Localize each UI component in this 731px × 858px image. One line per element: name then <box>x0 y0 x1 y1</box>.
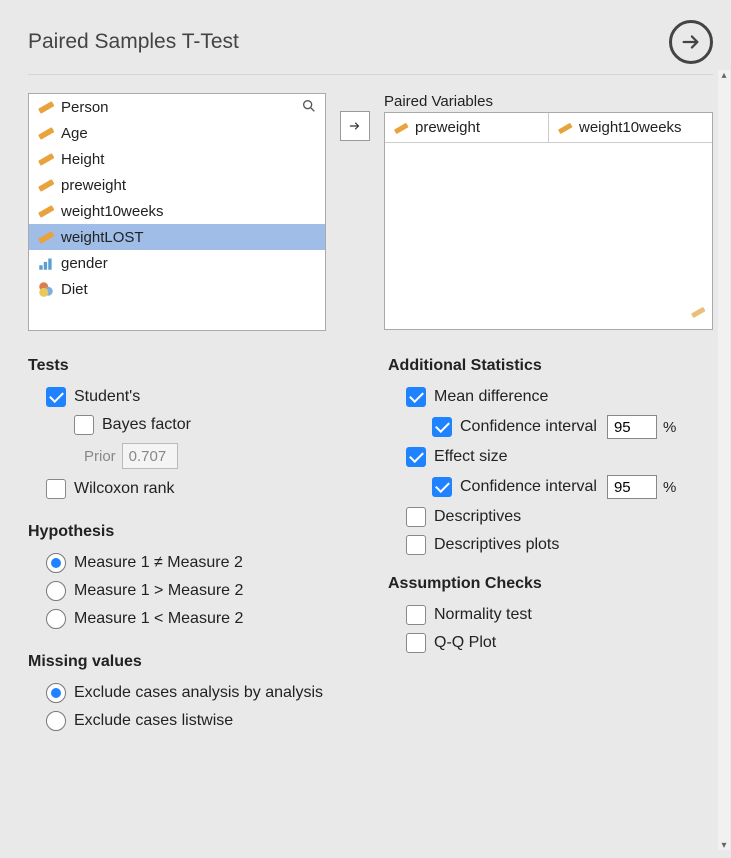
wilcoxon-label: Wilcoxon rank <box>74 480 174 498</box>
scale-icon <box>37 124 55 142</box>
variable-weightlost[interactable]: weightLOST <box>29 224 325 250</box>
variable-diet[interactable]: Diet <box>29 276 325 302</box>
variable-label: weightLOST <box>61 229 144 246</box>
wilcoxon-checkbox[interactable] <box>46 479 66 499</box>
meandiff-label: Mean difference <box>434 388 548 406</box>
meandiff-ci-checkbox[interactable] <box>432 417 452 437</box>
missing-heading: Missing values <box>28 653 348 671</box>
header: Paired Samples T-Test <box>28 20 713 75</box>
run-button[interactable] <box>669 20 713 64</box>
hypothesis-lt-label: Measure 1 < Measure 2 <box>74 610 243 628</box>
descriptives-label: Descriptives <box>434 508 521 526</box>
paired-cell-b[interactable]: weight10weeks <box>549 113 712 142</box>
missing-listwise-label: Exclude cases listwise <box>74 712 233 730</box>
variable-label: Diet <box>61 281 88 298</box>
scale-icon <box>690 304 706 323</box>
variable-label: gender <box>61 255 108 272</box>
scale-icon <box>557 120 573 136</box>
search-icon[interactable] <box>301 98 317 118</box>
arrow-right-icon <box>348 119 362 133</box>
variable-height[interactable]: Height <box>29 146 325 172</box>
paired-a-label: preweight <box>415 119 480 136</box>
hypothesis-lt-radio[interactable] <box>46 609 66 629</box>
meandiff-ci-label: Confidence interval <box>460 418 597 436</box>
percent-label: % <box>663 419 676 436</box>
hypothesis-neq-radio[interactable] <box>46 553 66 573</box>
normality-label: Normality test <box>434 606 532 624</box>
students-checkbox[interactable] <box>46 387 66 407</box>
paired-row: preweight weight10weeks <box>385 113 712 143</box>
variable-label: preweight <box>61 177 126 194</box>
effect-ci-label: Confidence interval <box>460 478 597 496</box>
normality-checkbox[interactable] <box>406 605 426 625</box>
percent-label: % <box>663 479 676 496</box>
nominal-icon <box>37 280 55 298</box>
meandiff-checkbox[interactable] <box>406 387 426 407</box>
scale-icon <box>37 150 55 168</box>
scale-icon <box>37 228 55 246</box>
variable-label: Person <box>61 99 109 116</box>
effect-ci-input[interactable] <box>607 475 657 499</box>
descriptives-checkbox[interactable] <box>406 507 426 527</box>
effect-checkbox[interactable] <box>406 447 426 467</box>
bayes-label: Bayes factor <box>102 416 191 434</box>
variable-gender[interactable]: gender <box>29 250 325 276</box>
paired-b-label: weight10weeks <box>579 119 682 136</box>
descplots-label: Descriptives plots <box>434 536 559 554</box>
assump-heading: Assumption Checks <box>388 575 713 593</box>
page-title: Paired Samples T-Test <box>28 30 239 54</box>
paired-variables-label: Paired Variables <box>384 93 713 110</box>
scroll-down-icon[interactable]: ▾ <box>718 840 730 852</box>
variable-weight10weeks[interactable]: weight10weeks <box>29 198 325 224</box>
missing-listwise-radio[interactable] <box>46 711 66 731</box>
missing-analysis-label: Exclude cases analysis by analysis <box>74 684 323 702</box>
students-label: Student's <box>74 388 140 406</box>
options-panel: Paired Samples T-Test Person Age Height pre… <box>0 0 731 763</box>
effect-ci-checkbox[interactable] <box>432 477 452 497</box>
effect-label: Effect size <box>434 448 508 466</box>
scale-icon <box>37 176 55 194</box>
variable-label: Age <box>61 125 88 142</box>
variable-person[interactable]: Person <box>29 94 325 120</box>
scrollbar-track[interactable] <box>718 70 730 850</box>
addstats-heading: Additional Statistics <box>388 357 713 375</box>
arrow-right-icon <box>680 31 702 53</box>
scale-icon <box>37 202 55 220</box>
prior-label: Prior <box>84 448 116 465</box>
variable-preweight[interactable]: preweight <box>29 172 325 198</box>
variable-age[interactable]: Age <box>29 120 325 146</box>
hypothesis-neq-label: Measure 1 ≠ Measure 2 <box>74 554 243 572</box>
missing-analysis-radio[interactable] <box>46 683 66 703</box>
variable-list[interactable]: Person Age Height preweight weight10weeks wei… <box>28 93 326 331</box>
tests-heading: Tests <box>28 357 348 375</box>
ordinal-icon <box>37 254 55 272</box>
prior-input <box>122 443 178 469</box>
bayes-checkbox[interactable] <box>74 415 94 435</box>
paired-variables-box[interactable]: preweight weight10weeks <box>384 112 713 330</box>
scale-icon <box>393 120 409 136</box>
qq-checkbox[interactable] <box>406 633 426 653</box>
hypothesis-gt-radio[interactable] <box>46 581 66 601</box>
qq-label: Q-Q Plot <box>434 634 496 652</box>
paired-cell-a[interactable]: preweight <box>385 113 549 142</box>
meandiff-ci-input[interactable] <box>607 415 657 439</box>
descplots-checkbox[interactable] <box>406 535 426 555</box>
variable-label: Height <box>61 151 104 168</box>
hypothesis-gt-label: Measure 1 > Measure 2 <box>74 582 243 600</box>
move-right-button[interactable] <box>340 111 370 141</box>
variable-label: weight10weeks <box>61 203 164 220</box>
scroll-up-icon[interactable]: ▴ <box>718 70 730 82</box>
hypothesis-heading: Hypothesis <box>28 523 348 541</box>
scale-icon <box>37 98 55 116</box>
